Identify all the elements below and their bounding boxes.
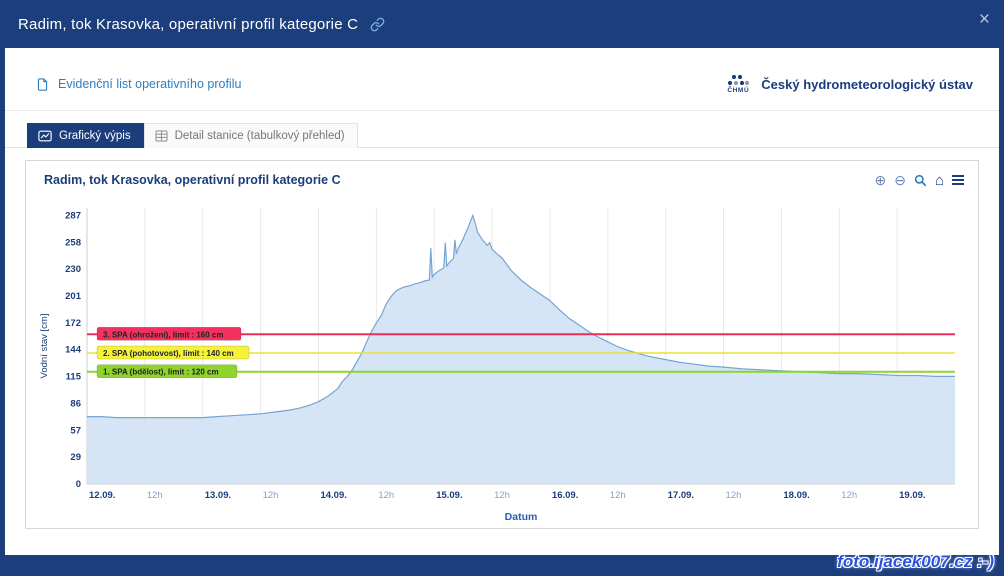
header-row: Evidenční list operativního profilu ČHMÚ… [5, 48, 999, 111]
tab-bar: Grafický výpis Detail stanice (tabulkový… [5, 123, 999, 148]
tab-label: Grafický výpis [59, 130, 131, 142]
svg-text:201: 201 [65, 290, 82, 301]
water-level-chart[interactable]: 3. SPA (ohrožení), limit : 160 cm 2. SPA … [36, 196, 968, 526]
chart-header: Radim, tok Krasovka, operativní profil k… [36, 171, 970, 196]
menu-icon[interactable] [952, 175, 964, 185]
svg-text:115: 115 [66, 371, 82, 382]
svg-text:287: 287 [65, 210, 81, 221]
svg-text:172: 172 [65, 318, 81, 329]
svg-text:3. SPA (ohrožení), limit : 160: 3. SPA (ohrožení), limit : 160 cm [103, 330, 223, 339]
tab-detail-stanice[interactable]: Detail stanice (tabulkový přehled) [144, 123, 358, 148]
svg-text:14.09.: 14.09. [320, 490, 346, 501]
home-icon[interactable]: ⌂ [935, 173, 944, 188]
org-block: ČHMÚ Český hydrometeorologický ústav [725, 74, 973, 95]
svg-text:12h: 12h [263, 490, 279, 501]
window-title: Radim, tok Krasovka, operativní profil k… [18, 16, 358, 33]
line-chart-icon [38, 130, 52, 142]
svg-text:Vodní stav [cm]: Vodní stav [cm] [39, 313, 50, 378]
svg-text:12h: 12h [378, 490, 394, 501]
chmu-logo-dots [725, 74, 751, 86]
svg-text:12h: 12h [726, 490, 742, 501]
svg-text:13.09.: 13.09. [205, 490, 231, 501]
svg-text:2. SPA (pohotovost), limit : 1: 2. SPA (pohotovost), limit : 140 cm [103, 349, 234, 358]
svg-text:1. SPA (bdělost), limit : 120: 1. SPA (bdělost), limit : 120 cm [103, 367, 219, 376]
watermark: foto.ijacek007.cz :-) [837, 552, 994, 572]
svg-text:0: 0 [76, 479, 81, 490]
svg-text:29: 29 [70, 451, 81, 462]
chmu-logo: ČHMÚ [725, 74, 751, 95]
svg-text:12h: 12h [610, 490, 626, 501]
zoom-select-icon[interactable] [914, 174, 927, 187]
table-icon [155, 130, 168, 142]
window-titlebar: Radim, tok Krasovka, operativní profil k… [0, 0, 1004, 48]
pdf-icon [35, 77, 50, 92]
org-name: Český hydrometeorologický ústav [761, 77, 973, 92]
svg-text:230: 230 [65, 263, 81, 274]
svg-text:15.09.: 15.09. [436, 490, 462, 501]
svg-text:12h: 12h [494, 490, 510, 501]
svg-text:12h: 12h [147, 490, 163, 501]
pdf-link[interactable]: Evidenční list operativního profilu [35, 77, 241, 92]
tab-graficky-vypis[interactable]: Grafický výpis [27, 123, 144, 148]
svg-text:258: 258 [65, 237, 81, 248]
pdf-link-label: Evidenční list operativního profilu [58, 77, 241, 91]
modal-window: Radim, tok Krasovka, operativní profil k… [0, 0, 1004, 48]
zoom-in-icon[interactable]: ⊕ [874, 173, 886, 187]
svg-text:12.09.: 12.09. [89, 490, 115, 501]
svg-text:18.09.: 18.09. [783, 490, 809, 501]
svg-text:86: 86 [70, 398, 81, 409]
chart-toolbar: ⊕ ⊖ ⌂ [874, 173, 964, 188]
chart-title: Radim, tok Krasovka, operativní profil k… [44, 173, 341, 187]
svg-text:12h: 12h [841, 490, 857, 501]
svg-text:57: 57 [70, 425, 81, 436]
close-icon[interactable]: × [979, 10, 990, 29]
svg-text:19.09.: 19.09. [899, 490, 925, 501]
chmu-logo-text: ČHMÚ [727, 88, 749, 95]
permalink-icon[interactable] [370, 17, 385, 32]
modal-body: Evidenční list operativního profilu ČHMÚ… [5, 48, 999, 555]
svg-text:16.09.: 16.09. [552, 490, 578, 501]
tab-label: Detail stanice (tabulkový přehled) [175, 130, 345, 142]
svg-text:17.09.: 17.09. [668, 490, 694, 501]
chart-panel: Radim, tok Krasovka, operativní profil k… [25, 160, 979, 529]
zoom-out-icon[interactable]: ⊖ [894, 173, 906, 187]
svg-text:144: 144 [65, 344, 82, 355]
svg-text:Datum: Datum [505, 511, 538, 523]
